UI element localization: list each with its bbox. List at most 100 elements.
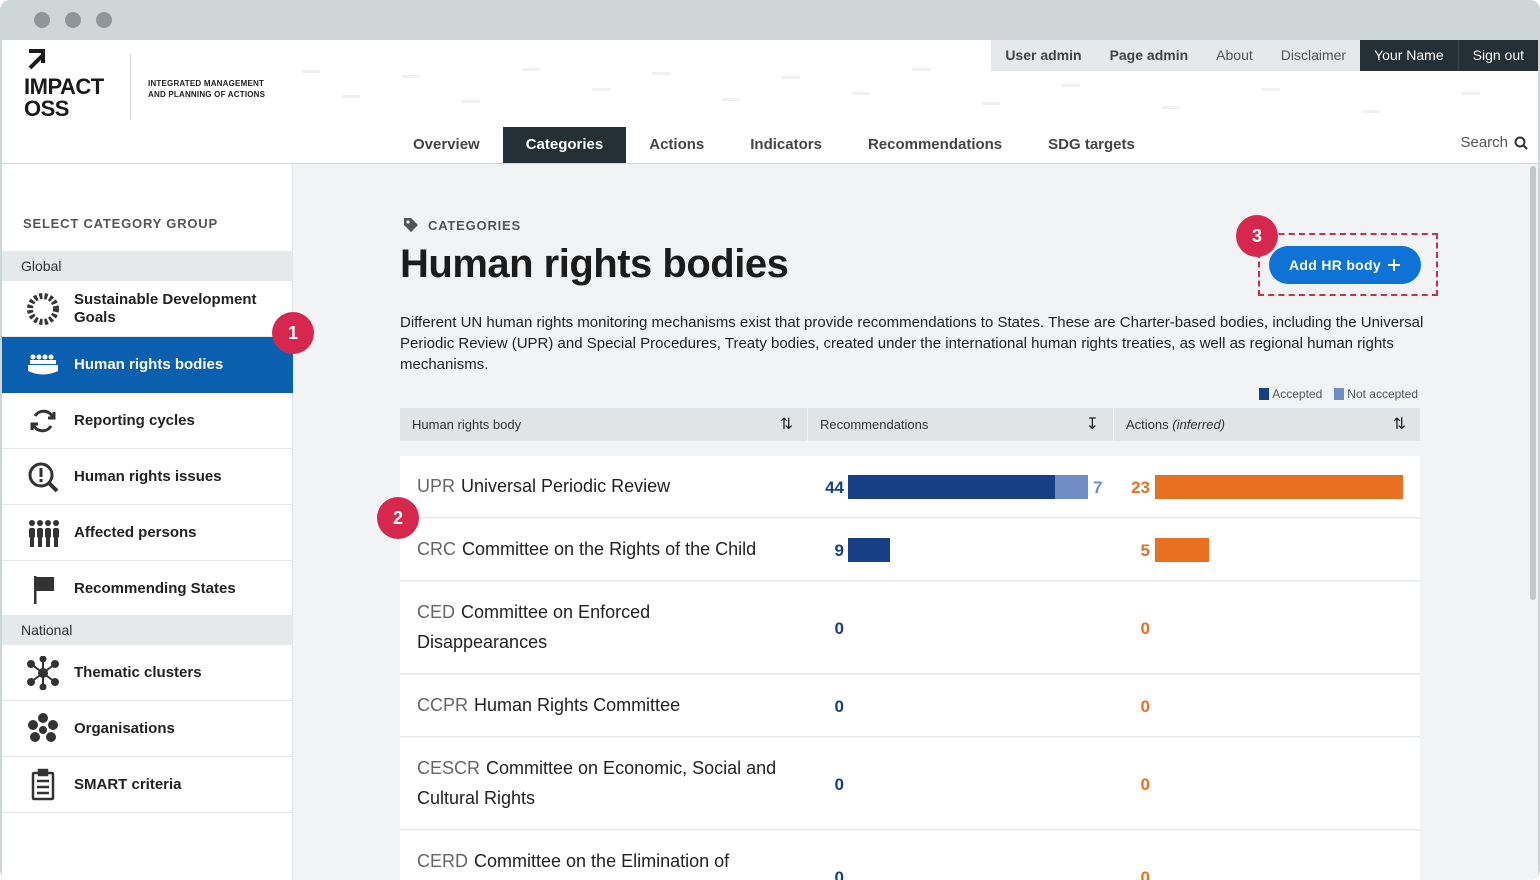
actions-count: 0 — [1140, 697, 1150, 716]
logo-wordmark: IMPACT OSS — [24, 74, 104, 121]
sidebar-item-label: Reporting cycles — [74, 411, 195, 429]
people-icon — [26, 516, 60, 550]
table-row[interactable]: CERD Committee on the Elimination of 0 0 — [400, 831, 1420, 880]
sidebar-item-label: Sustainable Development Goals — [74, 290, 257, 326]
cycle-icon — [26, 404, 60, 438]
sidebar-item-reporting-cycles[interactable]: Reporting cycles — [2, 393, 293, 449]
sidebar-item-smart-criteria[interactable]: SMART criteria — [2, 757, 293, 813]
tab-recommendations[interactable]: Recommendations — [845, 127, 1025, 163]
recommendations-accepted-count: 0 — [834, 868, 844, 880]
network-icon — [26, 655, 60, 690]
annotation-badge-1: 1 — [272, 312, 314, 354]
tab-indicators[interactable]: Indicators — [727, 127, 845, 163]
site-header: IMPACT OSS INTEGRATED MANAGEMENT AND PLA… — [2, 40, 1538, 164]
column-header-body[interactable]: Human rights body ⇅ — [400, 408, 808, 441]
flag-icon — [26, 572, 60, 606]
row-title[interactable]: CESCR Committee on Economic, Social and C… — [417, 753, 797, 813]
browser-frame: IMPACT OSS INTEGRATED MANAGEMENT AND PLA… — [0, 0, 1540, 880]
sort-desc-icon[interactable]: ↧ — [1086, 408, 1099, 441]
actions-count: 23 — [1131, 478, 1150, 497]
main-nav: Overview Categories Actions Indicators R… — [390, 127, 1158, 163]
page-description: Different UN human rights monitoring mec… — [400, 314, 1424, 373]
sidebar-item-sdg[interactable]: Sustainable Development Goals — [2, 281, 293, 337]
tab-categories[interactable]: Categories — [502, 127, 627, 163]
disclaimer-link[interactable]: Disclaimer — [1266, 40, 1361, 71]
column-header-recommendations[interactable]: Recommendations ↧ — [808, 408, 1114, 441]
recommendations-accepted-count: 0 — [834, 619, 844, 638]
actions-count: 0 — [1140, 868, 1150, 880]
tab-overview[interactable]: Overview — [390, 127, 503, 163]
recommendations-accepted-count: 44 — [825, 478, 844, 497]
category-sidebar: SELECT CATEGORY GROUP Global Sustainable… — [2, 164, 293, 880]
sidebar-item-label: SMART criteria — [74, 775, 182, 793]
annotation-badge-3: 3 — [1236, 215, 1278, 257]
page-scrollbar[interactable] — [1530, 166, 1536, 600]
row-title[interactable]: UPR Universal Periodic Review — [417, 471, 807, 501]
sidebar-item-label: Recommending States — [74, 579, 236, 597]
organisations-icon — [26, 712, 60, 746]
table-row[interactable]: CCPR Human Rights Committee 0 0 — [400, 675, 1420, 737]
logo-arrow-icon — [26, 46, 50, 77]
user-name-link[interactable]: Your Name — [1360, 40, 1458, 71]
sidebar-item-human-rights-bodies[interactable]: Human rights bodies — [2, 337, 293, 393]
group-header-national: National — [2, 615, 293, 645]
clipboard-icon — [26, 768, 60, 802]
row-title[interactable]: CERD Committee on the Elimination of — [417, 846, 807, 876]
sidebar-item-label: Thematic clusters — [74, 663, 202, 681]
not-accepted-bar — [1055, 475, 1088, 499]
add-button-label: Add HR body — [1289, 257, 1381, 273]
actions-bar — [1155, 538, 1209, 562]
tab-actions[interactable]: Actions — [626, 127, 727, 163]
sort-icon[interactable]: ⇅ — [780, 408, 793, 441]
logo-tagline: INTEGRATED MANAGEMENT AND PLANNING OF AC… — [148, 79, 266, 99]
sign-out-link[interactable]: Sign out — [1457, 40, 1538, 71]
sort-icon[interactable]: ⇅ — [1393, 408, 1406, 441]
recommendations-accepted-count: 0 — [834, 697, 844, 716]
sidebar-heading: SELECT CATEGORY GROUP — [23, 216, 218, 231]
recommendations-accepted-count: 0 — [834, 775, 844, 794]
sidebar-item-organisations[interactable]: Organisations — [2, 701, 293, 757]
sdg-wheel-icon — [26, 292, 60, 326]
sidebar-item-label: Human rights bodies — [74, 356, 224, 373]
row-title[interactable]: CRC Committee on the Rights of the Child — [417, 534, 807, 564]
about-link[interactable]: About — [1202, 40, 1267, 71]
actions-bar — [1155, 475, 1403, 499]
sidebar-item-human-rights-issues[interactable]: Human rights issues — [2, 449, 293, 505]
legend-not-accepted: Not accepted — [1334, 387, 1418, 401]
breadcrumb-label: CATEGORIES — [428, 217, 521, 233]
tag-icon — [404, 218, 418, 232]
close-window-dot[interactable] — [34, 12, 50, 28]
maximize-window-dot[interactable] — [96, 12, 112, 28]
impact-oss-logo[interactable]: IMPACT OSS — [24, 46, 134, 126]
accepted-bar — [848, 538, 890, 562]
sidebar-item-thematic-clusters[interactable]: Thematic clusters — [2, 645, 293, 701]
actions-count: 0 — [1140, 619, 1150, 638]
search-button[interactable]: Search — [1460, 134, 1528, 151]
sidebar-item-label: Organisations — [74, 719, 175, 737]
breadcrumb: CATEGORIES — [402, 216, 521, 234]
window-titlebar — [0, 0, 1540, 40]
table-row[interactable]: UPR Universal Periodic Review 44 7 23 — [400, 456, 1420, 518]
minimize-window-dot[interactable] — [65, 12, 81, 28]
column-header-actions[interactable]: Actions (inferred) ⇅ — [1114, 408, 1420, 441]
row-title[interactable]: CED Committee on Enforced Disappearances — [417, 597, 717, 657]
actions-count: 0 — [1140, 775, 1150, 794]
sidebar-item-affected-persons[interactable]: Affected persons — [2, 505, 293, 561]
group-header-global: Global — [2, 251, 293, 281]
table-row[interactable]: CESCR Committee on Economic, Social and C… — [400, 738, 1420, 830]
table-row[interactable]: CED Committee on Enforced Disappearances … — [400, 582, 1420, 674]
tab-sdg-targets[interactable]: SDG targets — [1025, 127, 1158, 163]
plus-icon — [1387, 259, 1400, 271]
page-admin-link[interactable]: Page admin — [1095, 40, 1203, 71]
add-hr-body-button[interactable]: Add HR body — [1269, 246, 1421, 284]
recommendations-accepted-count: 9 — [834, 541, 844, 560]
table-row[interactable]: CRC Committee on the Rights of the Child … — [400, 519, 1420, 581]
accepted-bar — [848, 475, 1055, 499]
legend-accepted: Accepted — [1259, 387, 1322, 401]
sidebar-item-recommending-states[interactable]: Recommending States — [2, 561, 293, 617]
chart-legend: Accepted Not accepted — [1259, 387, 1418, 401]
user-admin-link[interactable]: User admin — [991, 40, 1096, 71]
row-title[interactable]: CCPR Human Rights Committee — [417, 690, 807, 720]
search-icon — [1514, 136, 1528, 150]
issue-search-icon — [26, 460, 60, 494]
